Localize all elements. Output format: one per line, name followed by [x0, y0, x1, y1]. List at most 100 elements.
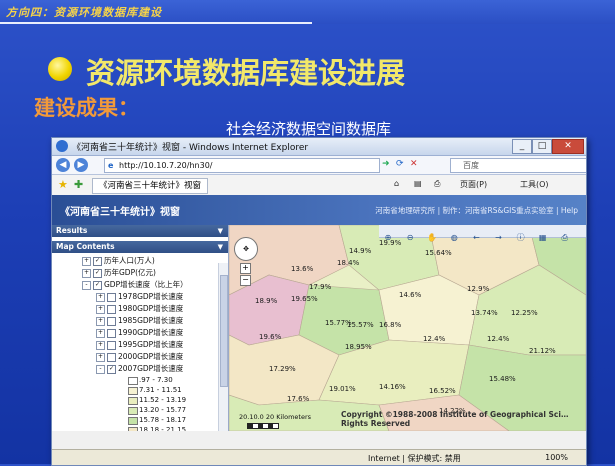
expander-icon[interactable]: + [96, 316, 105, 326]
scroll-thumb[interactable] [220, 275, 228, 387]
expander-icon[interactable]: + [96, 328, 105, 338]
refresh-icon[interactable]: ⟳ [396, 159, 404, 169]
slide-caption: 社会经济数据空间数据库 [226, 120, 392, 138]
forward-icon[interactable]: ▶ [74, 158, 88, 172]
legend-range: 13.20 - 15.77 [139, 406, 187, 414]
layer-tree: + ✓ 历年人口(万人) + ✓ 历年GDP(亿元) - ✓ GDP增长速度（比上年） +1978… [52, 253, 228, 375]
expander-icon[interactable]: + [96, 352, 105, 362]
print-map-icon[interactable]: ⎙ [559, 233, 571, 243]
expander-icon[interactable]: + [96, 292, 105, 302]
expander-icon[interactable]: + [82, 256, 91, 266]
map-toolbar: ⊕ ⊖ ✋ ◍ ← → ⓘ ▦ ⎙ [379, 225, 586, 242]
search-input[interactable]: 百度 [450, 158, 586, 173]
expander-icon[interactable]: + [96, 340, 105, 350]
pan-control-icon[interactable]: ✥ [234, 237, 258, 261]
layer-item[interactable]: + ✓ 历年人口(万人) [52, 255, 228, 267]
layer-label: 历年人口(万人) [104, 256, 155, 265]
map-copyright: Copyright ©1988-2008 Institute of Geogra… [341, 410, 569, 428]
layer-item[interactable]: +2000GDP增长速度 [52, 351, 228, 363]
layer-checkbox[interactable] [107, 316, 116, 326]
header-links[interactable]: 河南省地理研究所 | 制作：河南省RS&GIS重点实验室 | Help [375, 205, 578, 216]
layer-item[interactable]: - ✓ GDP增长速度（比上年） [52, 279, 228, 291]
layer-checkbox[interactable]: ✓ [93, 268, 102, 278]
stop-icon[interactable]: ✕ [410, 159, 418, 169]
expander-icon[interactable]: - [96, 364, 105, 374]
map-value-label: 17.6% [287, 395, 310, 403]
legend-item: 11.52 - 13.19 [52, 395, 228, 405]
map-value-label: 12.25% [511, 309, 538, 317]
map-value-label: 17.9% [309, 283, 332, 291]
zoom-out-button[interactable]: − [240, 275, 251, 286]
layer-checkbox[interactable] [107, 340, 116, 350]
layer-checkbox[interactable] [107, 304, 116, 314]
layer-checkbox[interactable] [107, 328, 116, 338]
layer-label: 1978GDP增长速度 [118, 292, 184, 301]
map-value-label: 19.65% [291, 295, 318, 303]
close-button[interactable]: ✕ [552, 139, 584, 154]
panel-scrollbar[interactable] [218, 263, 228, 431]
map-value-label: 18.9% [255, 297, 278, 305]
layer-label: 1980GDP增长速度 [118, 304, 184, 313]
layer-item[interactable]: +1978GDP增长速度 [52, 291, 228, 303]
legend-item: 7.31 - 11.51 [52, 385, 228, 395]
layer-checkbox[interactable] [107, 292, 116, 302]
expander-icon[interactable]: + [96, 304, 105, 314]
page-menu[interactable]: 页面(P) [460, 179, 487, 190]
map-value-label: 12.4% [487, 335, 510, 343]
map-contents-header[interactable]: Map Contents ▼ [52, 241, 228, 253]
legend-swatch [128, 377, 138, 385]
map-value-label: 14.16% [379, 383, 406, 391]
layer-item[interactable]: +1980GDP增长速度 [52, 303, 228, 315]
expander-icon[interactable]: + [82, 268, 91, 278]
map-value-label: 16.52% [429, 387, 456, 395]
map-value-label: 12.4% [423, 335, 446, 343]
full-extent-icon[interactable]: ◍ [448, 233, 460, 243]
legend-swatch [128, 417, 138, 425]
identify-icon[interactable]: ⓘ [515, 233, 527, 243]
layer-checkbox[interactable]: ✓ [93, 256, 102, 266]
layer-label: 1990GDP增长速度 [118, 328, 184, 337]
back-icon[interactable]: ◀ [56, 158, 70, 172]
tab-bar: ★ ✚ 《河南省三十年统计》视窗 ⌂ ▤ ⎙ 页面(P) 工具(O) [52, 175, 586, 196]
tab-hn30[interactable]: 《河南省三十年统计》视窗 [92, 178, 209, 194]
minimize-button[interactable]: _ [512, 139, 532, 154]
print-icon[interactable]: ⎙ [434, 179, 440, 189]
layer-label: 历年GDP(亿元) [104, 268, 156, 277]
address-bar: ◀ ▶ http://10.10.7.20/hn30/ ➜ ⟳ ✕ 百度 [52, 156, 586, 175]
maximize-button[interactable]: □ [532, 139, 552, 154]
collapse-icon[interactable]: ▼ [218, 225, 223, 237]
page-area-bottom [52, 431, 586, 449]
pan-tool-icon[interactable]: ✋ [426, 233, 438, 243]
app-title: 《河南省三十年统计》视窗 [60, 207, 180, 218]
layer-checkbox[interactable] [107, 352, 116, 362]
forward-extent-icon[interactable]: → [492, 233, 504, 243]
zoom-out-tool-icon[interactable]: ⊖ [404, 233, 416, 243]
layer-item[interactable]: +1995GDP增长速度 [52, 339, 228, 351]
map-view[interactable]: ⊕ ⊖ ✋ ◍ ← → ⓘ ▦ ⎙ ✥ + − 19.9% 14.9% 15.64%… [229, 225, 586, 431]
tools-menu[interactable]: 工具(O) [520, 179, 549, 190]
layer-item[interactable]: - ✓ 2007GDP增长速度 [52, 363, 228, 375]
zoom-level[interactable]: 100% [545, 453, 568, 462]
layer-checkbox[interactable]: ✓ [93, 280, 102, 290]
layer-item[interactable]: + ✓ 历年GDP(亿元) [52, 267, 228, 279]
add-favorite-icon[interactable]: ✚ [74, 178, 83, 191]
zoom-in-button[interactable]: + [240, 263, 251, 274]
layer-checkbox[interactable]: ✓ [107, 364, 116, 374]
results-panel-header[interactable]: Results ▼ [52, 225, 228, 237]
measure-icon[interactable]: ▦ [537, 233, 549, 243]
url-input[interactable]: http://10.10.7.20/hn30/ [104, 158, 380, 173]
home-icon[interactable]: ⌂ [394, 179, 399, 188]
favorites-star-icon[interactable]: ★ [58, 178, 68, 191]
collapse-icon[interactable]: ▼ [218, 241, 223, 253]
feeds-icon[interactable]: ▤ [414, 179, 422, 188]
map-value-label: 15.64% [425, 249, 452, 257]
legend-item: .97 - 7.30 [52, 375, 228, 385]
ie-icon [56, 140, 68, 152]
map-value-label: 12.9% [467, 285, 490, 293]
back-extent-icon[interactable]: ← [470, 233, 482, 243]
map-value-label: 13.74% [471, 309, 498, 317]
expander-icon[interactable]: - [82, 280, 91, 290]
go-icon[interactable]: ➜ [382, 159, 390, 169]
layer-item[interactable]: +1990GDP增长速度 [52, 327, 228, 339]
layer-item[interactable]: +1985GDP增长速度 [52, 315, 228, 327]
